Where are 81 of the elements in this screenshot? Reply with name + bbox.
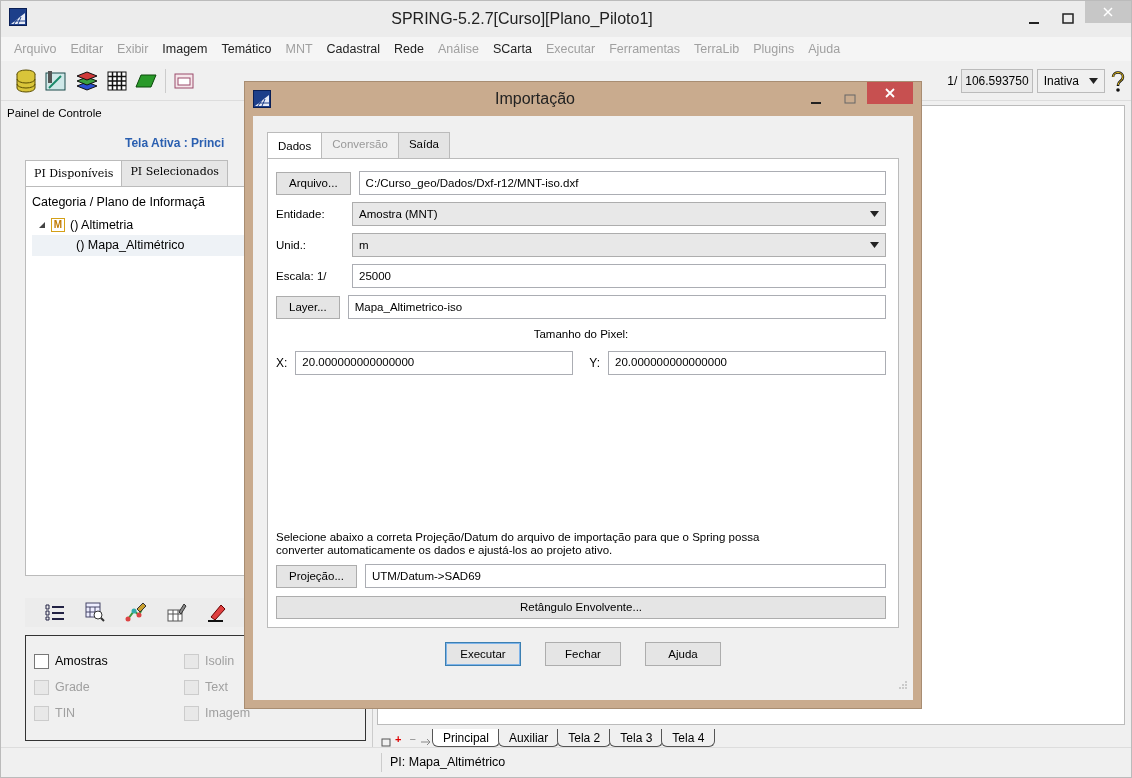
table-zoom-icon[interactable] — [85, 602, 105, 623]
close-icon — [1103, 7, 1113, 17]
window-icon[interactable] — [174, 72, 194, 89]
canvas-tab[interactable]: Tela 3 — [609, 729, 664, 747]
eraser-pencil-icon[interactable] — [207, 602, 227, 623]
canvas-tab[interactable]: Auxiliar — [497, 729, 560, 747]
checkbox-label: Imagem — [205, 704, 251, 722]
app-icon — [9, 7, 27, 26]
menu-item[interactable]: Imagem — [155, 39, 215, 59]
menu-item[interactable]: SCarta — [485, 39, 539, 59]
dialog-button[interactable]: Fechar — [545, 642, 621, 667]
active-screen-label: Tela Ativa : Princi — [125, 136, 225, 151]
checkbox[interactable] — [34, 653, 49, 669]
caret-icon — [870, 242, 879, 249]
panel-title: Painel de Controle — [7, 106, 103, 121]
instruction-text: Selecione abaixo a correta Projeção/Datum do arquivo de importação para que o Spring possa converter automaticamente os dados e ajustá-los ao projeto ativo. — [276, 530, 761, 558]
file-path-field[interactable]: C:/Curso_geo/Dados/Dxf-r12/MNT-iso.dxf — [358, 171, 886, 196]
projection-button[interactable]: Projeção... — [276, 564, 357, 588]
help-icon[interactable] — [1109, 68, 1127, 93]
list-icon[interactable] — [45, 603, 65, 622]
window-title: SPRING-5.2.7[Curso][Plano_Piloto1] — [390, 9, 654, 29]
dialog-button[interactable]: Executar — [445, 642, 521, 667]
dialog-tab[interactable]: Dados — [267, 132, 323, 159]
tree-header: Categoria / Plano de Informaçã — [32, 193, 207, 211]
restore-icon[interactable] — [381, 737, 391, 747]
projection-field[interactable]: UTM/Datum->SAD69 — [365, 564, 886, 589]
category-badge: M — [51, 217, 65, 232]
pixel-y-field[interactable]: 20.000000000000000 — [608, 350, 886, 375]
parallelogram-icon[interactable] — [135, 73, 157, 88]
grid-icon[interactable] — [107, 70, 127, 91]
menu-item[interactable]: Cadastral — [319, 39, 388, 59]
expanded-arrow-icon[interactable] — [38, 220, 46, 229]
app-icon — [253, 90, 271, 108]
close-tab-icon[interactable] — [419, 737, 432, 747]
mode-dropdown[interactable]: Inativa — [1036, 68, 1105, 93]
bounding-box-button[interactable]: Retângulo Envolvente... — [276, 595, 886, 619]
dialog-button[interactable]: Ajuda — [645, 642, 721, 667]
checkbox-label: Grade — [55, 678, 90, 696]
checkbox-label: Text — [205, 678, 228, 696]
scale-field[interactable]: 106.593750 — [961, 68, 1033, 93]
field-label: Y: — [589, 354, 600, 372]
field-label: Escala: 1/ — [276, 268, 328, 284]
panel-tab[interactable]: PI Selecionados — [121, 160, 228, 186]
layer-field[interactable]: Mapa_Altimetrico-iso — [347, 295, 886, 320]
scale-prefix: 1/ — [947, 72, 958, 90]
dialog-tab[interactable]: Saída — [397, 132, 450, 159]
close-icon — [885, 88, 895, 98]
checkbox-label: TIN — [55, 704, 76, 722]
field-label: X: — [276, 354, 288, 372]
maximize-icon — [1062, 13, 1074, 25]
map-edit-icon[interactable] — [45, 69, 67, 92]
layers-icon[interactable] — [75, 69, 99, 92]
caret-icon — [1089, 77, 1098, 84]
maximize-icon — [844, 93, 856, 105]
status-text: PI: Mapa_Altimétrico — [381, 753, 506, 772]
canvas-tab[interactable]: Tela 2 — [557, 729, 612, 747]
menu-item[interactable]: Rede — [387, 39, 431, 59]
field-label: Entidade: — [276, 206, 326, 222]
dropdown[interactable]: m — [352, 233, 886, 258]
pixel-size-label: Tamanho do Pixel: — [532, 327, 630, 343]
panel-tab[interactable]: PI Disponíveis — [25, 160, 123, 186]
layer-button[interactable]: Layer... — [276, 295, 340, 319]
field-label: Unid.: — [276, 237, 308, 253]
table-edit-icon[interactable] — [167, 602, 187, 623]
menu-item[interactable]: Temático — [214, 39, 279, 59]
pixel-x-field[interactable]: 20.000000000000000 — [295, 350, 574, 375]
checkbox-label: Isolin — [205, 652, 235, 670]
checkbox-label: Amostras — [55, 652, 108, 670]
add-tab-button[interactable]: + — [391, 730, 406, 747]
close-button[interactable] — [867, 82, 913, 104]
file-button[interactable]: Arquivo... — [276, 171, 351, 195]
canvas-tab[interactable]: Principal — [431, 729, 500, 747]
caret-icon — [870, 211, 879, 218]
resize-grip-icon[interactable] — [899, 681, 907, 689]
canvas-tab[interactable]: Tela 4 — [661, 729, 716, 747]
dialog-title: Importação — [493, 89, 576, 109]
minimize-icon — [1029, 22, 1039, 24]
node-edit-icon[interactable] — [125, 601, 147, 624]
database-icon[interactable] — [15, 68, 37, 93]
dropdown[interactable]: Amostra (MNT) — [352, 202, 886, 227]
scale-field[interactable]: 25000 — [352, 264, 886, 289]
